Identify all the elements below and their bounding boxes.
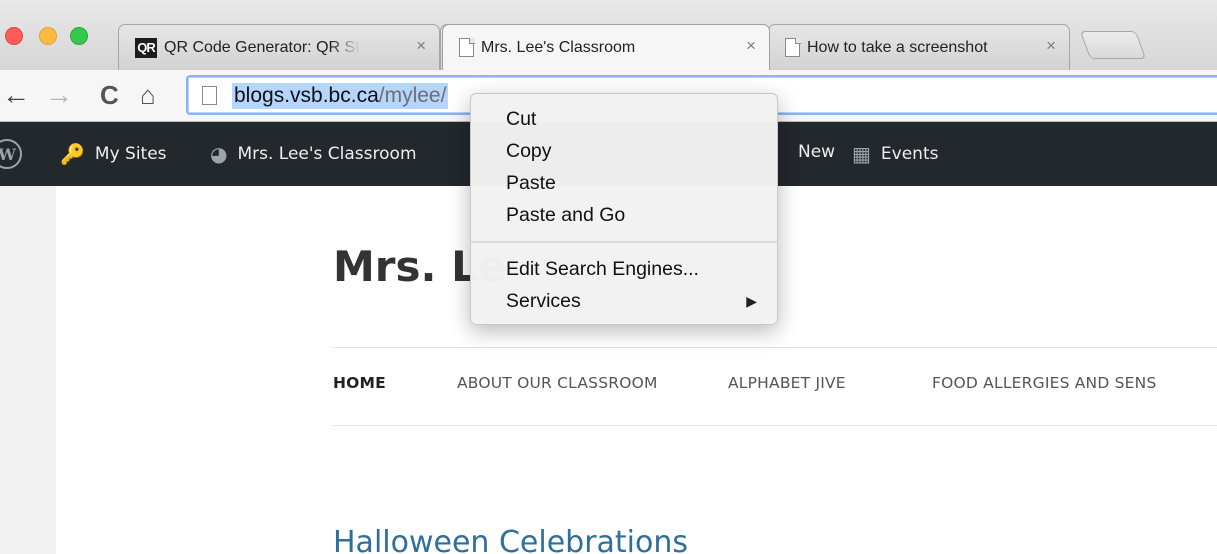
tab-mrs-lees-classroom[interactable]: Mrs. Lee's Classroom × bbox=[442, 24, 770, 70]
menu-item-services[interactable]: Services bbox=[506, 288, 581, 314]
menu-item-paste-and-go[interactable]: Paste and Go bbox=[506, 202, 625, 228]
minimize-window-button[interactable] bbox=[39, 27, 57, 45]
home-icon[interactable]: ⌂ bbox=[140, 80, 156, 110]
menu-item-copy[interactable]: Copy bbox=[506, 138, 552, 164]
tab-strip: QR QR Code Generator: QR St × How to tak… bbox=[0, 0, 1217, 70]
admin-bar-label: My Sites bbox=[94, 144, 167, 164]
tab-title: Mrs. Lee's Classroom bbox=[481, 38, 636, 56]
admin-bar-site-name[interactable]: ◕ Mrs. Lee's Classroom bbox=[210, 142, 417, 166]
calendar-icon: ▦ bbox=[852, 142, 871, 166]
menu-item-edit-search-engines[interactable]: Edit Search Engines... bbox=[506, 256, 699, 282]
admin-bar-label: Mrs. Lee's Classroom bbox=[237, 144, 417, 164]
forward-arrow-icon[interactable]: → bbox=[45, 80, 73, 110]
tab-close-icon[interactable]: × bbox=[746, 36, 756, 56]
tab-how-to-take-a-screenshot[interactable]: How to take a screenshot × bbox=[768, 24, 1070, 70]
zoom-window-button[interactable] bbox=[70, 27, 88, 45]
key-icon: 🔑 bbox=[60, 142, 85, 166]
admin-bar-label: Events bbox=[880, 144, 939, 164]
tab-close-icon[interactable]: × bbox=[1046, 36, 1056, 56]
admin-bar-my-sites[interactable]: 🔑 My Sites bbox=[60, 142, 167, 166]
post-title[interactable]: Halloween Celebrations bbox=[333, 525, 688, 554]
close-window-button[interactable] bbox=[5, 27, 23, 45]
nav-alphabet-jive[interactable]: ALPHABET JIVE bbox=[728, 374, 846, 392]
menu-item-cut[interactable]: Cut bbox=[506, 106, 536, 132]
nav-food-allergies[interactable]: FOOD ALLERGIES AND SENS bbox=[932, 374, 1156, 392]
address-host: blogs.vsb.bc.ca bbox=[234, 84, 379, 107]
menu-separator bbox=[471, 241, 777, 243]
tab-title: QR Code Generator: QR St bbox=[164, 38, 360, 56]
page-icon bbox=[202, 86, 217, 105]
address-path: /mylee/ bbox=[378, 84, 447, 107]
tab-title: How to take a screenshot bbox=[807, 38, 988, 56]
back-arrow-icon[interactable]: ← bbox=[2, 80, 30, 110]
tab-close-icon[interactable]: × bbox=[416, 36, 426, 56]
left-gutter bbox=[0, 186, 56, 554]
submenu-arrow-icon: ▶ bbox=[746, 293, 757, 309]
admin-bar-new[interactable]: New bbox=[798, 142, 835, 162]
wordpress-logo-icon[interactable]: W bbox=[0, 139, 22, 169]
site-navigation: HOME ABOUT OUR CLASSROOM ALPHABET JIVE F… bbox=[333, 374, 1217, 398]
new-tab-button[interactable] bbox=[1079, 31, 1147, 59]
dashboard-icon: ◕ bbox=[210, 142, 228, 166]
admin-bar-events[interactable]: ▦ Events bbox=[852, 142, 938, 166]
nav-divider-top bbox=[333, 347, 1217, 348]
page-favicon-icon bbox=[785, 37, 801, 57]
context-menu: Cut Copy Paste Paste and Go Edit Search … bbox=[470, 93, 778, 325]
admin-bar-label: New bbox=[798, 142, 836, 162]
reload-icon[interactable]: C bbox=[100, 80, 119, 110]
nav-divider-bottom bbox=[333, 425, 1217, 426]
address-url-selected[interactable]: blogs.vsb.bc.ca/mylee/ bbox=[232, 83, 449, 109]
menu-item-paste[interactable]: Paste bbox=[506, 170, 556, 196]
qr-code-favicon-icon: QR bbox=[135, 37, 157, 58]
tab-qr-code-generator[interactable]: QR QR Code Generator: QR St × bbox=[118, 24, 440, 70]
page-favicon-icon bbox=[459, 37, 475, 57]
nav-about-our-classroom[interactable]: ABOUT OUR CLASSROOM bbox=[457, 374, 658, 392]
nav-home[interactable]: HOME bbox=[333, 374, 386, 392]
